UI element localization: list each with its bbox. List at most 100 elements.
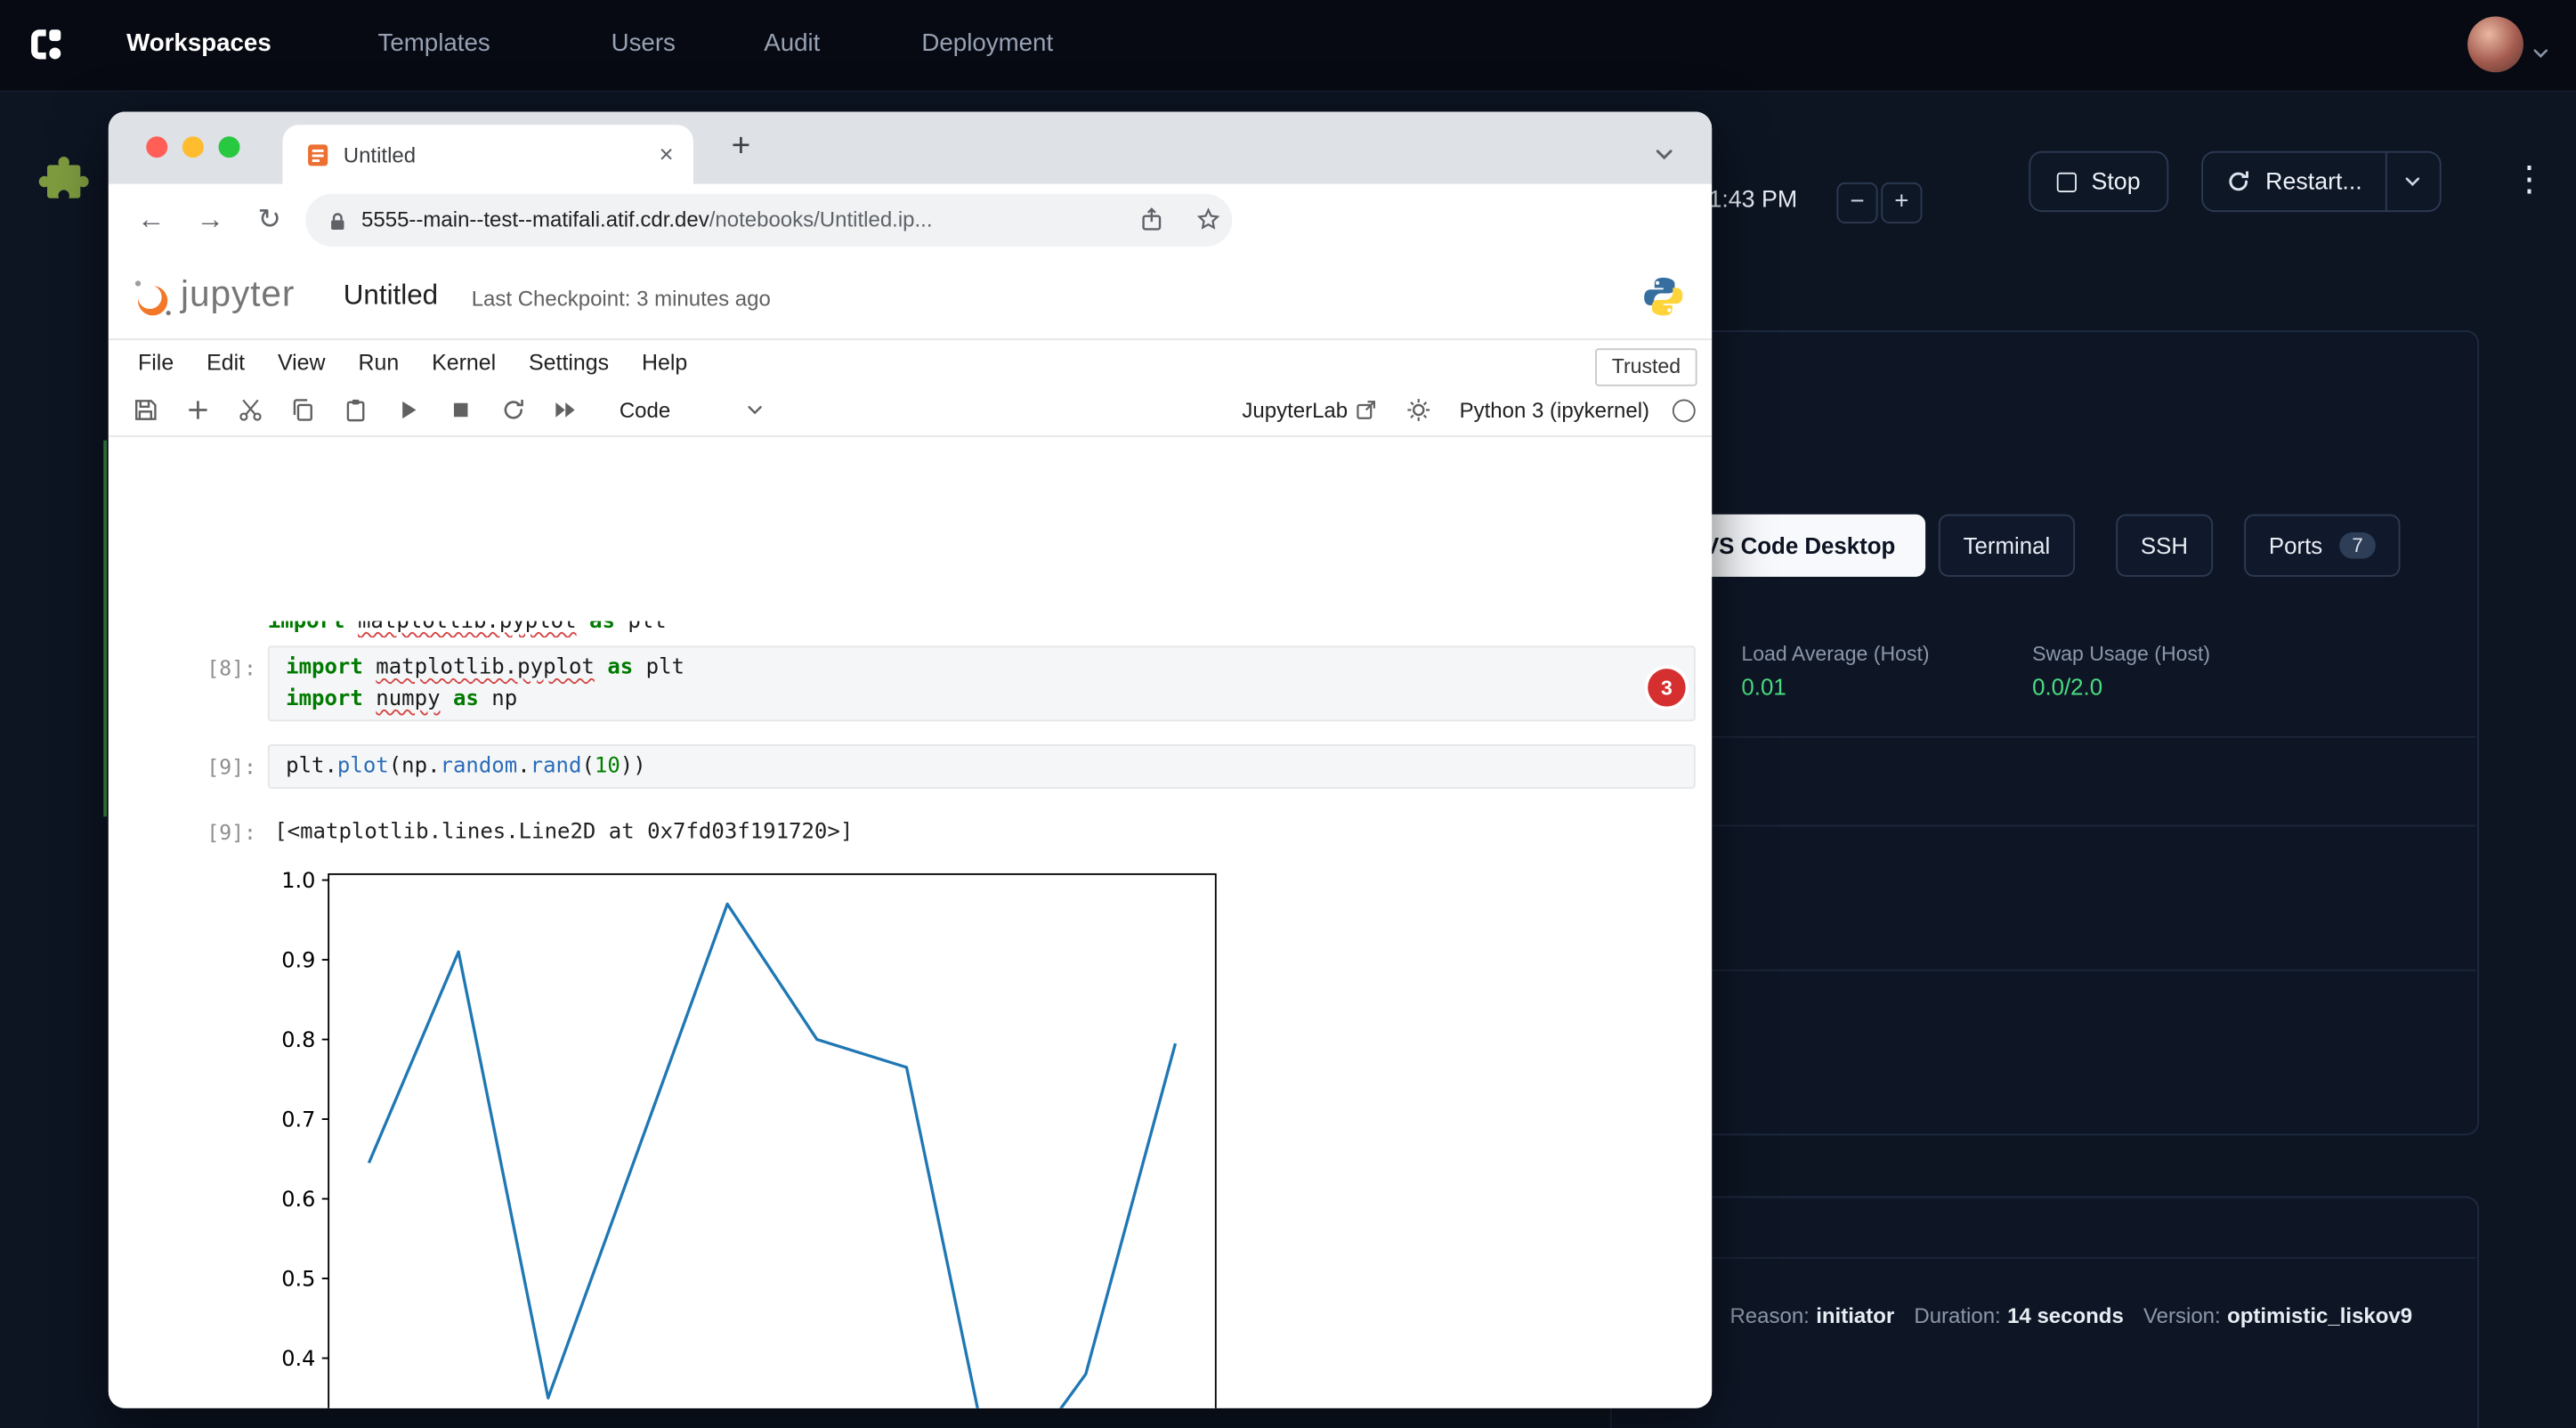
zoom-out-button[interactable]: − xyxy=(1836,183,1877,223)
kernel-status-icon xyxy=(1673,399,1696,422)
restart-options-chevron-icon[interactable] xyxy=(2386,153,2439,211)
maximize-window-button[interactable] xyxy=(218,136,239,158)
build-info-row: Reason:initiator Duration:14 seconds Ver… xyxy=(1729,1303,2412,1328)
tab-close-icon[interactable]: × xyxy=(660,141,674,168)
notebook-checkpoint: Last Checkpoint: 3 minutes ago xyxy=(472,286,771,311)
workspace-menu-icon[interactable]: ⋮ xyxy=(2512,159,2547,200)
interrupt-kernel-icon[interactable] xyxy=(441,392,478,428)
paste-cell-icon[interactable] xyxy=(336,392,373,428)
terminal-label: Terminal xyxy=(1964,532,2051,559)
collaborator-count-badge[interactable]: 3 xyxy=(1648,669,1685,706)
notebook-title[interactable]: Untitled xyxy=(344,280,438,312)
build-history-panel: Reason:initiator Duration:14 seconds Ver… xyxy=(1610,1197,2479,1428)
restart-kernel-icon[interactable] xyxy=(495,392,531,428)
forward-button[interactable]: → xyxy=(190,200,230,239)
workspace-panel xyxy=(1610,330,2479,1135)
code-line-sliver: import matplotlib.pyplot as plt xyxy=(268,621,1696,637)
add-cell-icon[interactable] xyxy=(179,392,215,428)
swap-usage-label: Swap Usage (Host) xyxy=(2032,643,2210,666)
jupyter-wordmark: jupyter xyxy=(181,272,295,315)
coder-logo[interactable] xyxy=(25,23,68,74)
external-link-icon xyxy=(1356,399,1377,420)
nav-templates[interactable]: Templates xyxy=(378,29,490,57)
clock-label: 11:43 PM xyxy=(1697,187,1798,214)
nav-workspaces[interactable]: Workspaces xyxy=(126,29,271,57)
panel-divider xyxy=(1613,736,2475,738)
restart-split-button: Restart... xyxy=(2201,151,2441,212)
copy-cell-icon[interactable] xyxy=(284,392,320,428)
ports-count-badge: 7 xyxy=(2339,532,2377,559)
notebook-menubar: File Edit View Run Kernel Settings Help … xyxy=(109,338,1712,385)
screen: Workspaces Templates Users Audit Deploym… xyxy=(0,0,2576,1428)
lock-icon[interactable] xyxy=(328,210,346,239)
new-tab-button[interactable]: + xyxy=(718,123,765,169)
menu-run[interactable]: Run xyxy=(342,349,416,374)
build-version: Version:optimistic_liskov9 xyxy=(2143,1303,2412,1328)
reload-button[interactable]: ↻ xyxy=(250,200,289,239)
trusted-button[interactable]: Trusted xyxy=(1595,348,1697,385)
bookmark-star-icon[interactable] xyxy=(1196,207,1221,240)
menu-file[interactable]: File xyxy=(122,349,190,374)
panel-divider xyxy=(1613,970,2475,971)
close-window-button[interactable] xyxy=(146,136,167,158)
share-icon[interactable] xyxy=(1140,207,1163,240)
browser-tabstrip: Untitled × + xyxy=(109,112,1712,184)
ssh-button[interactable]: SSH xyxy=(2116,515,2213,577)
menu-edit[interactable]: Edit xyxy=(190,349,262,374)
code-cell-input[interactable]: plt.plot(np.random.rand(10)) xyxy=(268,744,1696,789)
green-accent-line xyxy=(103,441,107,817)
ssh-label: SSH xyxy=(2141,532,2188,559)
run-cell-icon[interactable] xyxy=(389,392,425,428)
ports-button[interactable]: Ports 7 xyxy=(2244,515,2401,577)
user-avatar[interactable] xyxy=(2467,16,2523,72)
stop-workspace-button[interactable]: Stop xyxy=(2029,151,2168,212)
tab-title: Untitled xyxy=(344,142,660,167)
settings-gear-icon[interactable] xyxy=(1400,392,1437,428)
menu-help[interactable]: Help xyxy=(626,349,704,374)
build-duration: Duration:14 seconds xyxy=(1914,1303,2123,1328)
browser-tab[interactable]: Untitled × xyxy=(282,125,693,183)
notebook-cells: import matplotlib.pyplot as plt [8]: imp… xyxy=(109,437,1712,1408)
puzzle-icon xyxy=(36,151,89,212)
notebook-header: jupyter Untitled Last Checkpoint: 3 minu… xyxy=(109,256,1712,340)
restart-workspace-button[interactable]: Restart... xyxy=(2203,153,2386,211)
save-icon[interactable] xyxy=(126,392,163,428)
nav-users[interactable]: Users xyxy=(612,29,676,57)
user-menu-chevron-icon[interactable] xyxy=(2531,37,2549,67)
cell2-prompt: [9]: xyxy=(158,751,256,782)
top-nav: Workspaces Templates Users Audit Deploym… xyxy=(0,0,2576,92)
svg-text:0.9: 0.9 xyxy=(281,947,315,972)
cell1-prompt: [8]: xyxy=(158,653,256,684)
browser-toolbar: ← → ↻ 5555--main--test--matifali.atif.cd… xyxy=(109,184,1712,256)
jupyterlab-label: JupyterLab xyxy=(1242,398,1348,423)
back-button[interactable]: ← xyxy=(132,200,171,239)
notebook-favicon xyxy=(305,142,330,167)
nav-audit[interactable]: Audit xyxy=(764,29,820,57)
address-bar[interactable]: 5555--main--test--matifali.atif.cdr.dev/… xyxy=(305,194,1232,247)
jupyter-logo xyxy=(130,274,176,329)
panel-divider xyxy=(1613,825,2475,827)
menu-settings[interactable]: Settings xyxy=(513,349,626,374)
kernel-name[interactable]: Python 3 (ipykernel) xyxy=(1460,398,1649,423)
url-text: 5555--main--test--matifali.atif.cdr.dev/… xyxy=(361,207,932,232)
minimize-window-button[interactable] xyxy=(182,136,204,158)
code-line-1a: import matplotlib.pyplot as plt xyxy=(286,653,1677,684)
cell-type-dropdown[interactable]: Code xyxy=(620,398,764,423)
code-line-2: plt.plot(np.random.rand(10)) xyxy=(286,751,1677,782)
swap-usage-value: 0.0/2.0 xyxy=(2032,674,2102,701)
python-logo xyxy=(1641,274,1686,327)
open-jupyterlab-link[interactable]: JupyterLab xyxy=(1242,398,1377,423)
code-line-1b: import numpy as np xyxy=(286,684,1677,715)
menu-view[interactable]: View xyxy=(262,349,342,374)
cut-cell-icon[interactable] xyxy=(231,392,268,428)
run-all-cells-icon[interactable] xyxy=(547,392,584,428)
output-prompt: [9]: xyxy=(158,816,256,848)
terminal-button[interactable]: Terminal xyxy=(1939,515,2075,577)
tab-search-chevron-icon[interactable] xyxy=(1655,140,1674,169)
matplotlib-figure: 0.20.30.40.50.60.70.80.91.002468 xyxy=(230,857,1248,1408)
code-cell-input[interactable]: import matplotlib.pyplot as plt import n… xyxy=(268,645,1696,721)
menu-kernel[interactable]: Kernel xyxy=(416,349,513,374)
svg-text:0.7: 0.7 xyxy=(281,1107,315,1132)
nav-deployment[interactable]: Deployment xyxy=(921,29,1053,57)
zoom-in-button[interactable]: + xyxy=(1881,183,1922,223)
